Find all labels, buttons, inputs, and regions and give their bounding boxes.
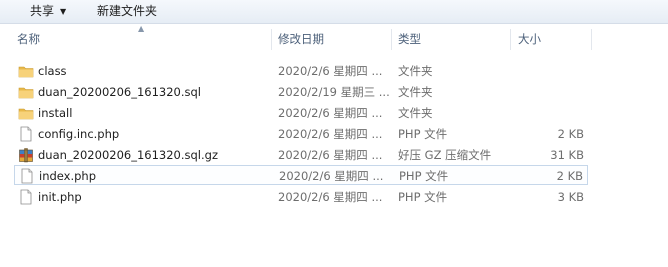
share-menu-button[interactable]: 共享 ▼ xyxy=(30,0,66,23)
column-divider[interactable] xyxy=(391,29,392,50)
file-size: 3 KB xyxy=(557,190,584,204)
file-type: 文件夹 xyxy=(398,64,433,78)
column-header-date[interactable]: 修改日期 xyxy=(278,29,324,50)
file-type: PHP 文件 xyxy=(399,169,449,183)
file-date: 2020/2/6 星期四 ... xyxy=(278,148,383,162)
file-name: class xyxy=(38,64,67,78)
file-date: 2020/2/6 星期四 ... xyxy=(278,64,383,78)
archive-icon xyxy=(19,148,33,163)
file-date: 2020/2/6 星期四 ... xyxy=(278,190,383,204)
file-date: 2020/2/6 星期四 ... xyxy=(278,127,383,141)
column-divider[interactable] xyxy=(271,29,272,50)
file-size: 31 KB xyxy=(550,148,584,162)
column-divider[interactable] xyxy=(591,29,592,50)
sort-ascending-icon: ▲ xyxy=(138,24,145,33)
file-date: 2020/2/6 星期四 ... xyxy=(279,169,384,183)
column-header-type[interactable]: 类型 xyxy=(398,29,421,50)
php-file-icon xyxy=(20,189,32,205)
column-header-name[interactable]: 名称 xyxy=(17,29,40,50)
new-folder-button[interactable]: 新建文件夹 xyxy=(97,0,157,23)
php-file-icon xyxy=(20,126,32,142)
file-row[interactable]: class 2020/2/6 星期四 ... 文件夹 xyxy=(14,61,588,81)
file-name: config.inc.php xyxy=(38,127,120,141)
file-type: 文件夹 xyxy=(398,85,433,99)
file-name: index.php xyxy=(39,169,97,183)
php-file-icon xyxy=(21,168,33,184)
share-label: 共享 xyxy=(30,4,55,18)
column-header-size[interactable]: 大小 xyxy=(518,29,541,50)
file-type: PHP 文件 xyxy=(398,190,448,204)
file-name: duan_20200206_161320.sql xyxy=(38,85,201,99)
command-bar: 共享 ▼ 新建文件夹 xyxy=(0,0,668,24)
file-date: 2020/2/19 星期三 ... xyxy=(278,85,390,99)
file-type: 文件夹 xyxy=(398,106,433,120)
folder-icon xyxy=(18,87,34,99)
file-date: 2020/2/6 星期四 ... xyxy=(278,106,383,120)
file-row[interactable]: config.inc.php 2020/2/6 星期四 ... PHP 文件 2… xyxy=(14,124,588,144)
file-name: init.php xyxy=(38,190,82,204)
file-name: install xyxy=(38,106,73,120)
file-size: 2 KB xyxy=(557,127,584,141)
file-row-selected[interactable]: index.php 2020/2/6 星期四 ... PHP 文件 2 KB xyxy=(14,165,588,185)
folder-icon xyxy=(18,66,34,78)
chevron-down-icon: ▼ xyxy=(60,7,67,16)
file-type: 好压 GZ 压缩文件 xyxy=(398,148,492,162)
column-header-row: ▲ 名称 修改日期 类型 大小 xyxy=(0,24,668,50)
file-name: duan_20200206_161320.sql.gz xyxy=(38,148,218,162)
file-type: PHP 文件 xyxy=(398,127,448,141)
file-row[interactable]: init.php 2020/2/6 星期四 ... PHP 文件 3 KB xyxy=(14,187,588,207)
file-row[interactable]: install 2020/2/6 星期四 ... 文件夹 xyxy=(14,103,588,123)
column-divider[interactable] xyxy=(510,29,511,50)
file-row[interactable]: duan_20200206_161320.sql 2020/2/19 星期三 .… xyxy=(14,82,588,102)
file-row[interactable]: duan_20200206_161320.sql.gz 2020/2/6 星期四… xyxy=(14,145,588,165)
folder-icon xyxy=(18,108,34,120)
file-size: 2 KB xyxy=(556,169,583,183)
